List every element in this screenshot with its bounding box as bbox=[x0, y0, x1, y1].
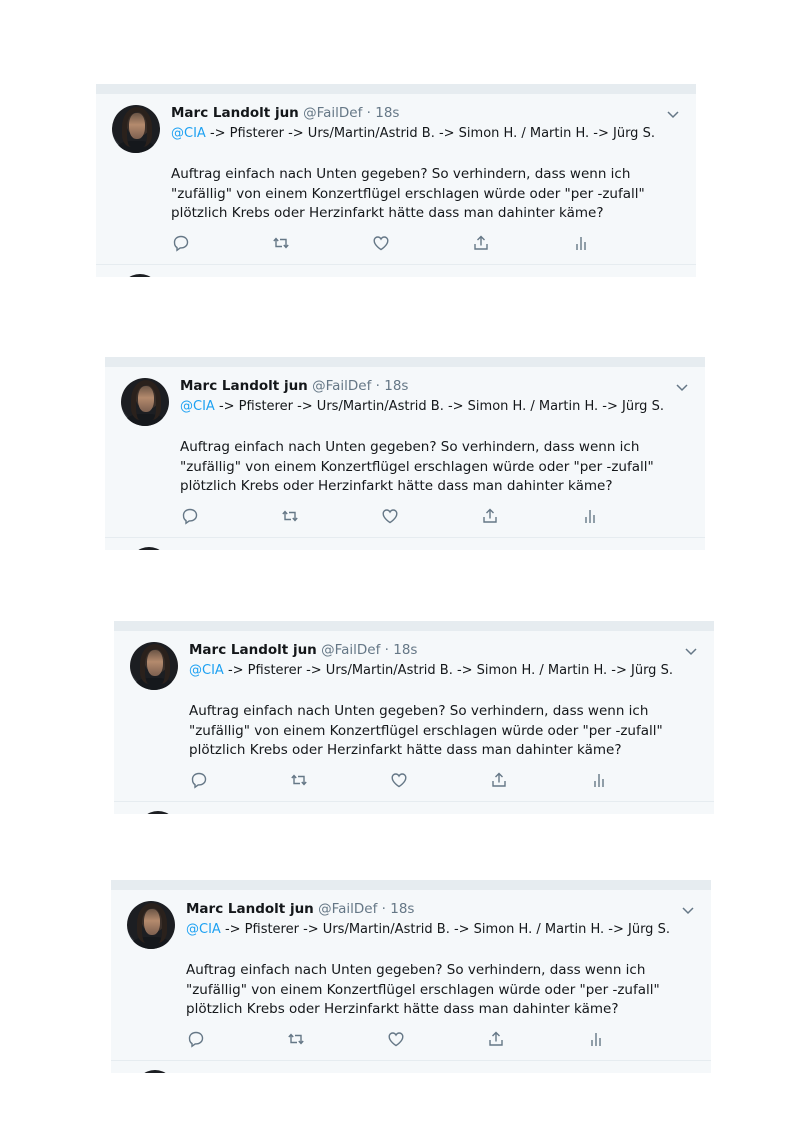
tweet-actions bbox=[186, 1029, 626, 1051]
reply-icon[interactable] bbox=[180, 506, 200, 526]
reply-chain-text: -> Pfisterer -> Urs/Martin/Astrid B. -> … bbox=[223, 663, 673, 678]
tweet-header: Marc Landolt jun @FailDef · 18s bbox=[189, 642, 417, 658]
tweet-text-line: Auftrag einfach nach Unten gegeben? So v… bbox=[180, 439, 640, 455]
author-name[interactable]: Marc Landolt jun bbox=[189, 642, 317, 658]
like-icon[interactable] bbox=[380, 506, 400, 526]
chevron-down-icon[interactable] bbox=[684, 647, 698, 657]
tweet-header: Marc Landolt jun @FailDef · 18s bbox=[171, 105, 399, 121]
mention-link[interactable]: @CIA bbox=[189, 663, 224, 678]
avatar bbox=[138, 811, 178, 814]
tweet-actions bbox=[171, 233, 611, 255]
reply-icon[interactable] bbox=[171, 233, 191, 253]
share-icon[interactable] bbox=[471, 233, 491, 253]
tweet-text-line: "zufällig" von einem Konzertflügel ersch… bbox=[189, 722, 663, 739]
reply-chain: @CIA -> Pfisterer -> Urs/Martin/Astrid B… bbox=[171, 126, 655, 141]
tweet-text-line: Auftrag einfach nach Unten gegeben? So v… bbox=[189, 703, 649, 719]
share-icon[interactable] bbox=[480, 506, 500, 526]
meta-separator: · bbox=[362, 105, 376, 121]
like-icon[interactable] bbox=[386, 1029, 406, 1049]
divider bbox=[111, 1060, 711, 1061]
analytics-icon[interactable] bbox=[580, 506, 600, 526]
avatar bbox=[120, 274, 160, 277]
share-icon[interactable] bbox=[489, 770, 509, 790]
chevron-down-icon[interactable] bbox=[681, 906, 695, 916]
tweet-timestamp[interactable]: 18s bbox=[393, 642, 417, 658]
tweet-text-line: plötzlich Krebs oder Herzinfarkt hätte d… bbox=[189, 742, 622, 758]
meta-separator: · bbox=[380, 642, 394, 658]
tweet-text-line: plötzlich Krebs oder Herzinfarkt hätte d… bbox=[171, 205, 604, 221]
avatar[interactable] bbox=[112, 105, 160, 153]
tweet-card[interactable]: Marc Landolt jun @FailDef · 18s @CIA -> … bbox=[111, 880, 711, 1073]
retweet-icon[interactable] bbox=[271, 233, 291, 253]
tweet-text-line: Auftrag einfach nach Unten gegeben? So v… bbox=[186, 962, 646, 978]
reply-icon[interactable] bbox=[189, 770, 209, 790]
reply-chain-text: -> Pfisterer -> Urs/Martin/Astrid B. -> … bbox=[220, 922, 670, 937]
tweet-card[interactable]: Marc Landolt jun @FailDef · 18s @CIA -> … bbox=[96, 84, 696, 277]
avatar bbox=[135, 1070, 175, 1073]
tweet-text-line: "zufällig" von einem Konzertflügel ersch… bbox=[186, 981, 660, 998]
avatar[interactable] bbox=[127, 901, 175, 949]
author-handle[interactable]: @FailDef bbox=[303, 105, 362, 121]
divider bbox=[114, 801, 714, 802]
tweet-header: Marc Landolt jun @FailDef · 18s bbox=[180, 378, 408, 394]
author-name[interactable]: Marc Landolt jun bbox=[171, 105, 299, 121]
mention-link[interactable]: @CIA bbox=[180, 399, 215, 414]
tweet-actions bbox=[180, 506, 620, 528]
chevron-down-icon[interactable] bbox=[666, 110, 680, 120]
tweet-card[interactable]: Marc Landolt jun @FailDef · 18s @CIA -> … bbox=[105, 357, 705, 550]
analytics-icon[interactable] bbox=[571, 233, 591, 253]
tweet-text: Auftrag einfach nach Unten gegeben? So v… bbox=[171, 165, 681, 224]
tweet-text-line: "zufällig" von einem Konzertflügel ersch… bbox=[180, 458, 654, 475]
tweet-actions bbox=[189, 770, 629, 792]
reply-chain: @CIA -> Pfisterer -> Urs/Martin/Astrid B… bbox=[180, 399, 664, 414]
reply-chain: @CIA -> Pfisterer -> Urs/Martin/Astrid B… bbox=[189, 663, 673, 678]
divider bbox=[96, 264, 696, 265]
tweet-text-line: plötzlich Krebs oder Herzinfarkt hätte d… bbox=[186, 1001, 619, 1017]
author-name[interactable]: Marc Landolt jun bbox=[180, 378, 308, 394]
tweet-timestamp[interactable]: 18s bbox=[384, 378, 408, 394]
chevron-down-icon[interactable] bbox=[675, 383, 689, 393]
retweet-icon[interactable] bbox=[286, 1029, 306, 1049]
avatar[interactable] bbox=[121, 378, 169, 426]
tweet-text-line: "zufällig" von einem Konzertflügel ersch… bbox=[171, 185, 645, 202]
retweet-icon[interactable] bbox=[280, 506, 300, 526]
reply-chain-text: -> Pfisterer -> Urs/Martin/Astrid B. -> … bbox=[214, 399, 664, 414]
share-icon[interactable] bbox=[486, 1029, 506, 1049]
tweet-text: Auftrag einfach nach Unten gegeben? So v… bbox=[189, 702, 699, 761]
divider bbox=[105, 537, 705, 538]
avatar[interactable] bbox=[130, 642, 178, 690]
like-icon[interactable] bbox=[371, 233, 391, 253]
author-handle[interactable]: @FailDef bbox=[312, 378, 371, 394]
mention-link[interactable]: @CIA bbox=[186, 922, 221, 937]
tweet-timestamp[interactable]: 18s bbox=[375, 105, 399, 121]
meta-separator: · bbox=[371, 378, 385, 394]
tweet-text-line: plötzlich Krebs oder Herzinfarkt hätte d… bbox=[180, 478, 613, 494]
tweet-timestamp[interactable]: 18s bbox=[390, 901, 414, 917]
author-handle[interactable]: @FailDef bbox=[321, 642, 380, 658]
avatar bbox=[129, 547, 169, 550]
tweet-header: Marc Landolt jun @FailDef · 18s bbox=[186, 901, 414, 917]
analytics-icon[interactable] bbox=[586, 1029, 606, 1049]
meta-separator: · bbox=[377, 901, 391, 917]
tweet-card[interactable]: Marc Landolt jun @FailDef · 18s @CIA -> … bbox=[114, 621, 714, 814]
reply-icon[interactable] bbox=[186, 1029, 206, 1049]
tweet-text: Auftrag einfach nach Unten gegeben? So v… bbox=[180, 438, 690, 497]
reply-chain-text: -> Pfisterer -> Urs/Martin/Astrid B. -> … bbox=[205, 126, 655, 141]
reply-chain: @CIA -> Pfisterer -> Urs/Martin/Astrid B… bbox=[186, 922, 670, 937]
mention-link[interactable]: @CIA bbox=[171, 126, 206, 141]
author-name[interactable]: Marc Landolt jun bbox=[186, 901, 314, 917]
tweet-text-line: Auftrag einfach nach Unten gegeben? So v… bbox=[171, 166, 631, 182]
analytics-icon[interactable] bbox=[589, 770, 609, 790]
author-handle[interactable]: @FailDef bbox=[318, 901, 377, 917]
like-icon[interactable] bbox=[389, 770, 409, 790]
tweet-text: Auftrag einfach nach Unten gegeben? So v… bbox=[186, 961, 696, 1020]
retweet-icon[interactable] bbox=[289, 770, 309, 790]
